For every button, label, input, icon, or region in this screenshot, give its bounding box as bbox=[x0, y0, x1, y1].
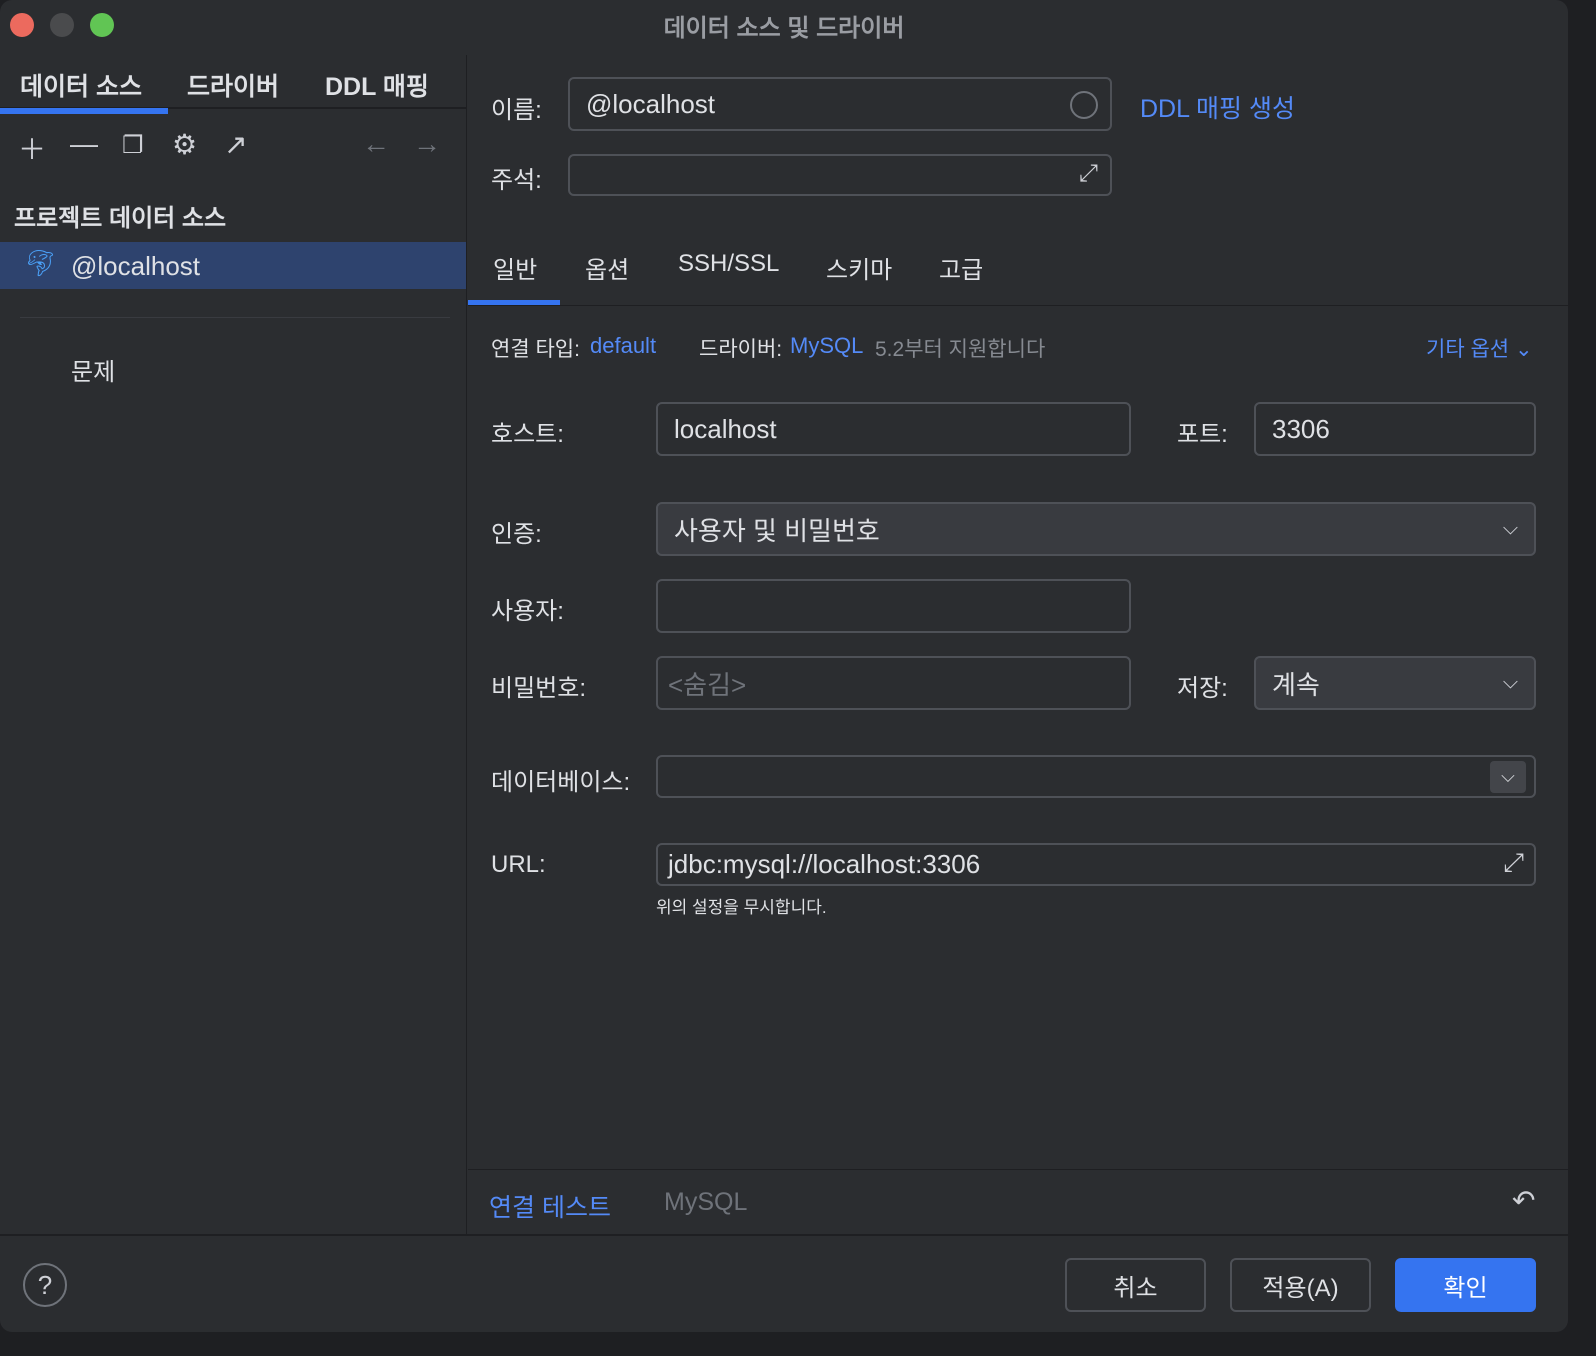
auth-label: 인증: bbox=[491, 521, 542, 548]
host-label: 호스트: bbox=[491, 421, 564, 448]
duplicate-icon[interactable]: ❐ bbox=[122, 131, 144, 160]
test-connection-link[interactable]: 연결 테스트 bbox=[489, 1188, 611, 1224]
dialog-window: 데이터 소스 및 드라이버 데이터 소스 드라이버 DDL 매핑 ＋ — ❐ ⚙… bbox=[0, 0, 1568, 1332]
tab-general[interactable]: 일반 bbox=[493, 250, 537, 285]
reset-icon[interactable]: ↶ bbox=[1512, 1184, 1535, 1217]
database-label: 데이터베이스: bbox=[491, 769, 631, 796]
export-icon[interactable]: ↗ bbox=[224, 128, 247, 161]
tab-options[interactable]: 옵션 bbox=[585, 250, 629, 285]
name-value: @localhost bbox=[586, 88, 716, 119]
window-title: 데이터 소스 및 드라이버 bbox=[663, 15, 905, 42]
port-input[interactable]: 3306 bbox=[1254, 402, 1536, 456]
mysql-dolphin-icon: 🐬︎ bbox=[24, 248, 58, 278]
tab-ssh-ssl[interactable]: SSH/SSL bbox=[678, 250, 779, 278]
url-input[interactable]: jdbc:mysql://localhost:3306 ⤢ bbox=[656, 843, 1536, 886]
divider bbox=[20, 317, 450, 318]
tab-ddl-mappings[interactable]: DDL 매핑 bbox=[325, 67, 429, 103]
tab-data-sources[interactable]: 데이터 소스 bbox=[0, 67, 168, 114]
problems-item[interactable]: 문제 bbox=[71, 352, 115, 387]
chevron-down-icon[interactable]: ⌵ bbox=[1490, 761, 1526, 793]
expand-icon[interactable]: ⤢ bbox=[1503, 847, 1524, 879]
name-label: 이름: bbox=[491, 97, 542, 124]
back-icon[interactable]: ← bbox=[362, 128, 390, 160]
tab-schemas[interactable]: 스키마 bbox=[826, 250, 892, 285]
driver-link[interactable]: MySQL bbox=[790, 333, 863, 359]
help-icon[interactable]: ? bbox=[23, 1263, 67, 1307]
ok-button[interactable]: 확인 bbox=[1395, 1258, 1536, 1312]
add-icon[interactable]: ＋ bbox=[18, 128, 46, 168]
password-input[interactable]: <숨김> bbox=[656, 656, 1131, 710]
chevron-down-icon: ⌄ bbox=[1514, 338, 1533, 361]
more-options-link[interactable]: 기타 옵션 ⌄ bbox=[1426, 333, 1533, 363]
user-input[interactable] bbox=[656, 579, 1131, 633]
expand-icon[interactable]: ⤢ bbox=[1079, 160, 1098, 188]
database-input[interactable]: ⌵ bbox=[656, 755, 1536, 798]
chevron-down-icon: ⌵ bbox=[1502, 517, 1518, 540]
forward-icon[interactable]: → bbox=[413, 128, 441, 160]
url-label: URL: bbox=[491, 851, 546, 878]
gear-icon[interactable]: ⚙ bbox=[172, 128, 197, 161]
auth-select[interactable]: 사용자 및 비밀번호 ⌵ bbox=[656, 502, 1536, 556]
cancel-button[interactable]: 취소 bbox=[1065, 1258, 1206, 1312]
apply-button[interactable]: 적용(A) bbox=[1230, 1258, 1371, 1312]
tab-advanced[interactable]: 고급 bbox=[939, 250, 983, 285]
color-picker-icon[interactable] bbox=[1070, 91, 1098, 119]
save-value: 계속 bbox=[1272, 669, 1320, 700]
datasource-label: @localhost bbox=[71, 251, 201, 281]
divider bbox=[468, 305, 1568, 306]
host-input[interactable]: localhost bbox=[656, 402, 1131, 456]
driver-note: 5.2부터 지원합니다 bbox=[875, 338, 1046, 361]
user-label: 사용자: bbox=[491, 598, 564, 625]
url-note: 위의 설정을 무시합니다. bbox=[656, 898, 827, 917]
conn-type-label: 연결 타입: bbox=[491, 338, 580, 361]
port-label: 포트: bbox=[1177, 421, 1228, 448]
section-title: 프로젝트 데이터 소스 bbox=[14, 205, 227, 232]
more-options-label: 기타 옵션 bbox=[1426, 338, 1510, 361]
auth-value: 사용자 및 비밀번호 bbox=[674, 515, 880, 546]
comment-input[interactable]: ⤢ bbox=[568, 154, 1112, 196]
datasource-item[interactable]: 🐬︎ @localhost bbox=[0, 242, 466, 289]
tab-drivers[interactable]: 드라이버 bbox=[187, 67, 279, 103]
conn-type-link[interactable]: default bbox=[590, 333, 656, 359]
password-label: 비밀번호: bbox=[491, 675, 586, 702]
driver-label: 드라이버: bbox=[699, 338, 783, 361]
save-label: 저장: bbox=[1177, 675, 1228, 702]
save-select[interactable]: 계속 ⌵ bbox=[1254, 656, 1536, 710]
name-input[interactable]: @localhost bbox=[568, 77, 1112, 131]
url-value: jdbc:mysql://localhost:3306 bbox=[668, 849, 981, 879]
create-ddl-mapping-link[interactable]: DDL 매핑 생성 bbox=[1140, 89, 1295, 125]
divider bbox=[468, 1169, 1568, 1170]
comment-label: 주석: bbox=[491, 167, 542, 194]
bottom-driver-label: MySQL bbox=[664, 1188, 748, 1216]
chevron-down-icon: ⌵ bbox=[1502, 671, 1518, 694]
divider bbox=[0, 1234, 1568, 1236]
remove-icon[interactable]: — bbox=[70, 128, 98, 160]
